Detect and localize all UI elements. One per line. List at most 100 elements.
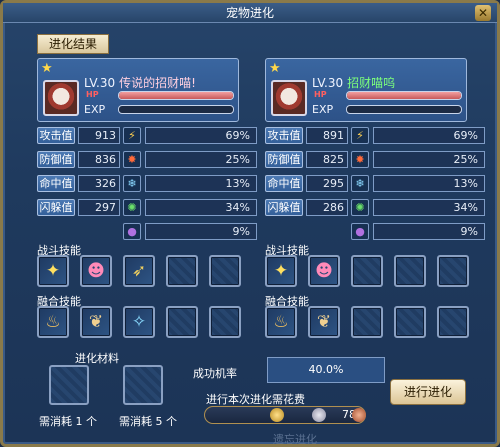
empty-skill-slot[interactable] (351, 255, 383, 287)
materials-label: 进化材料 (75, 352, 119, 365)
empty-skill-slot[interactable] (351, 306, 383, 338)
fire-icon: ✸ (351, 151, 369, 168)
empty-skill-slot[interactable] (437, 306, 469, 338)
stat-value: 913 (78, 127, 120, 144)
stat-value: 297 (78, 199, 120, 216)
skill-slot[interactable]: ➶ (123, 255, 155, 287)
lightning-icon: ⚡ (123, 127, 141, 144)
blue-swirl-icon: ✧ (131, 312, 147, 332)
left-pet-level-name: LV.30 传说的招财喵! (84, 74, 196, 91)
empty-skill-slot[interactable] (437, 255, 469, 287)
stat-percent: 34% (145, 199, 257, 216)
empty-skill-slot[interactable] (394, 255, 426, 287)
stat-percent: 34% (373, 199, 485, 216)
exp-bar (118, 105, 234, 114)
skill-slot[interactable]: ❦ (308, 306, 340, 338)
stat-value: 326 (78, 175, 120, 192)
fire-icon: ✸ (123, 151, 141, 168)
evolve-button[interactable]: 进行进化 (390, 379, 466, 405)
level-text: LV.30 (84, 76, 116, 90)
pet-evolution-window: 宠物进化 ✕ 进化结果 ★ LV.30 传说的招财喵! HP EXP ★ LV.3… (0, 0, 500, 447)
cost-label: 进行本次进化需花费 (206, 393, 305, 406)
exp-label: EXP (84, 103, 106, 116)
skill-slot[interactable]: ♨ (37, 306, 69, 338)
poison-icon: ● (123, 223, 141, 240)
exp-label: EXP (312, 103, 334, 116)
stat-percent: 25% (373, 151, 485, 168)
material-slot-1[interactable] (49, 365, 89, 405)
window-title: 宠物进化 (225, 6, 274, 20)
stat-label: 攻击值 (265, 127, 303, 144)
skill-slot[interactable]: ☻ (80, 255, 112, 287)
stat-label: 命中值 (265, 175, 303, 192)
golden-feet-icon: ❦ (88, 312, 104, 332)
hp-label: HP (86, 90, 99, 99)
lightning-burst-icon: ✦ (45, 261, 61, 281)
stat-percent: 69% (373, 127, 485, 144)
stat-value: 891 (306, 127, 348, 144)
pet-avatar-right[interactable] (271, 80, 307, 116)
empty-skill-slot[interactable] (166, 306, 198, 338)
skill-slot[interactable]: ✦ (37, 255, 69, 287)
stat-value: 295 (306, 175, 348, 192)
golden-bell-icon: ♨ (273, 312, 289, 332)
background-text: 遗忘进化 (273, 433, 317, 446)
star-icon: ★ (41, 61, 53, 76)
pet-avatar-left[interactable] (43, 80, 79, 116)
empty-skill-slot[interactable] (209, 306, 241, 338)
empty-skill-slot[interactable] (166, 255, 198, 287)
sword-strike-icon: ➶ (131, 261, 147, 281)
pet-name: 招财喵呜 (347, 76, 396, 90)
close-icon[interactable]: ✕ (475, 5, 491, 21)
success-rate-value: 40.0% (267, 357, 385, 383)
stat-value: 825 (306, 151, 348, 168)
exp-bar (346, 105, 462, 114)
copper-coin-icon (352, 408, 366, 422)
tab-evolution-result[interactable]: 进化结果 (37, 34, 109, 54)
level-text: LV.30 (312, 76, 344, 90)
star-icon: ★ (269, 61, 281, 76)
poison-icon: ● (351, 223, 369, 240)
material-1-caption: 需消耗 1 个 (39, 415, 97, 428)
snowflake-icon: ❄ (123, 175, 141, 192)
stat-percent: 13% (373, 175, 485, 192)
left-pet-panel: ★ LV.30 传说的招财喵! HP EXP (37, 58, 239, 122)
stat-label: 命中值 (37, 175, 75, 192)
window-titlebar: 宠物进化 (3, 3, 497, 23)
skill-slot[interactable]: ♨ (265, 306, 297, 338)
skill-slot[interactable]: ✧ (123, 306, 155, 338)
stat-value: 286 (306, 199, 348, 216)
success-rate-label: 成功机率 (193, 367, 237, 380)
stat-label: 闪躲值 (265, 199, 303, 216)
hp-bar (346, 91, 462, 100)
leaf-icon: ✺ (351, 199, 369, 216)
stat-label: 闪躲值 (37, 199, 75, 216)
pink-spirit-icon: ☻ (315, 261, 333, 281)
silver-coin-icon (312, 408, 326, 422)
stat-label: 攻击值 (37, 127, 75, 144)
skill-slot[interactable]: ☻ (308, 255, 340, 287)
snowflake-icon: ❄ (351, 175, 369, 192)
stat-percent: 69% (145, 127, 257, 144)
stat-percent: 25% (145, 151, 257, 168)
leaf-icon: ✺ (123, 199, 141, 216)
empty-skill-slot[interactable] (209, 255, 241, 287)
stat-percent: 13% (145, 175, 257, 192)
gold-coin-icon (270, 408, 284, 422)
golden-bell-icon: ♨ (45, 312, 61, 332)
skill-slot[interactable]: ❦ (80, 306, 112, 338)
lightning-icon: ⚡ (351, 127, 369, 144)
right-pet-level-name: LV.30 招财喵呜 (312, 74, 395, 91)
skill-slot[interactable]: ✦ (265, 255, 297, 287)
material-2-caption: 需消耗 5 个 (119, 415, 177, 428)
material-slot-2[interactable] (123, 365, 163, 405)
empty-skill-slot[interactable] (394, 306, 426, 338)
golden-feet-icon: ❦ (316, 312, 332, 332)
stat-percent: 9% (373, 223, 485, 240)
lightning-burst-icon: ✦ (273, 261, 289, 281)
stat-label: 防御值 (265, 151, 303, 168)
right-pet-panel: ★ LV.30 招财喵呜 HP EXP (265, 58, 467, 122)
pet-name: 传说的招财喵! (119, 76, 196, 90)
hp-bar (118, 91, 234, 100)
hp-label: HP (314, 90, 327, 99)
